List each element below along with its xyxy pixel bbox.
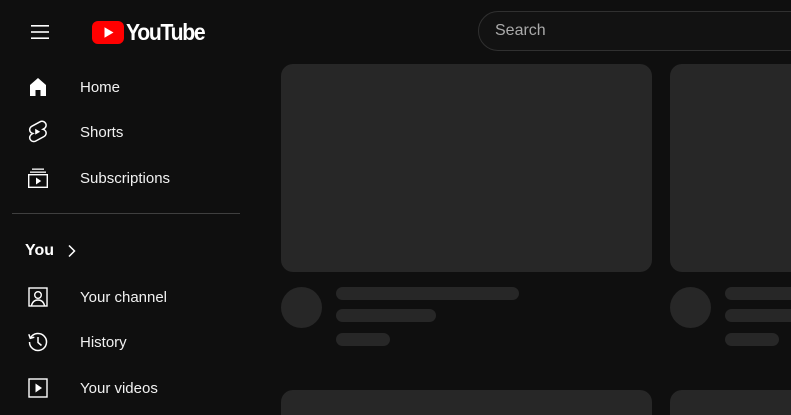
sidebar-item-label: Your videos	[80, 379, 158, 397]
sidebar-item-label: History	[80, 333, 127, 351]
sidebar-item-your-channel[interactable]: Your channel	[12, 277, 240, 317]
meta-placeholder-line	[725, 333, 779, 346]
chevron-right-icon	[68, 244, 76, 258]
sidebar-item-label: Your channel	[80, 288, 168, 306]
your-videos-icon	[28, 378, 48, 398]
video-thumbnail-placeholder	[670, 390, 791, 415]
menu-button[interactable]	[20, 12, 60, 52]
home-icon	[30, 78, 46, 96]
sidebar-item-history[interactable]: History	[12, 322, 240, 362]
sidebar-divider	[12, 213, 240, 214]
subscriptions-icon	[28, 168, 49, 189]
hamburger-menu-icon	[31, 25, 49, 39]
sidebar-item-shorts[interactable]: Shorts	[12, 112, 240, 152]
you-section-header[interactable]: You	[12, 233, 240, 269]
history-icon	[28, 332, 48, 352]
logo-text: YouTube	[126, 19, 206, 45]
youtube-play-logo-icon	[92, 21, 124, 44]
youtube-logo[interactable]: YouTube	[92, 19, 211, 46]
video-thumbnail-placeholder	[670, 64, 791, 272]
search-placeholder: Search	[495, 22, 546, 39]
video-thumbnail-placeholder	[281, 64, 652, 272]
sidebar-item-home[interactable]: Home	[12, 67, 240, 107]
channel-avatar-placeholder	[281, 287, 322, 328]
search-input[interactable]: Search	[478, 11, 791, 51]
sidebar-item-your-videos[interactable]: Your videos	[12, 368, 240, 408]
your-channel-icon	[28, 287, 48, 307]
title-placeholder-line	[725, 309, 791, 322]
sidebar-item-label: Shorts	[80, 123, 124, 141]
sidebar-item-label: Home	[80, 78, 121, 96]
sidebar-item-subscriptions[interactable]: Subscriptions	[12, 158, 240, 198]
video-thumbnail-placeholder	[281, 390, 652, 415]
meta-placeholder-line	[336, 333, 390, 346]
title-placeholder-line	[336, 309, 436, 322]
channel-avatar-placeholder	[670, 287, 711, 328]
sidebar-item-label: Subscriptions	[80, 169, 171, 187]
you-section-title: You	[25, 242, 55, 259]
title-placeholder-line	[336, 287, 519, 300]
shorts-icon	[28, 120, 47, 143]
title-placeholder-line	[725, 287, 791, 300]
